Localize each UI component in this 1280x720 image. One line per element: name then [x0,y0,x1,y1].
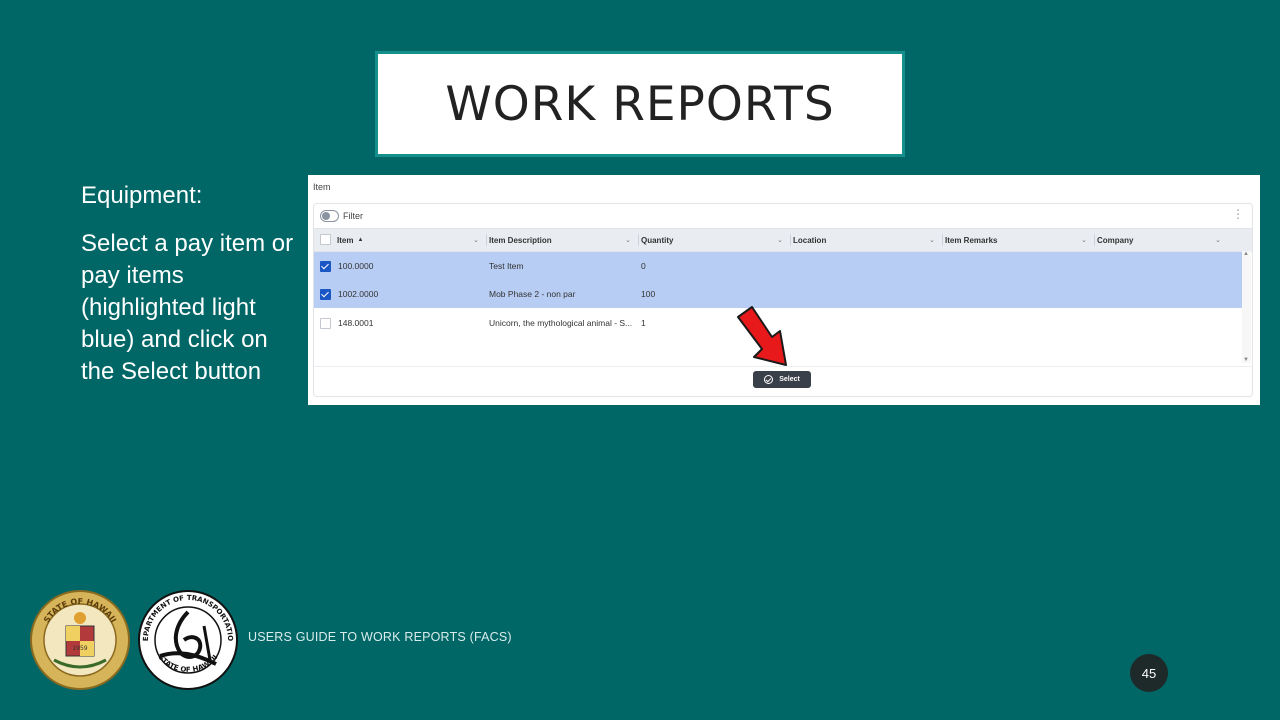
chevron-down-icon[interactable]: ⌄ [625,236,631,244]
column-header-item[interactable]: Item ▲ ⌄ [337,229,485,251]
cell-item: 1002.0000 [338,289,379,299]
select-button[interactable]: Select [753,371,811,388]
select-all-checkbox[interactable] [320,234,331,245]
cell-quantity: 1 [641,318,646,328]
grid-header: Item ▲ ⌄ Item Description ⌄ Quantity ⌄ L… [314,228,1252,252]
instructions: Equipment: Select a pay item or pay item… [81,180,306,388]
dot-logo: DEPARTMENT OF TRANSPORTATION STATE OF HA… [138,590,238,690]
column-header-location[interactable]: Location ⌄ [793,229,941,251]
vertical-scrollbar[interactable]: ▲ ▼ [1242,251,1251,363]
row-checkbox[interactable] [320,318,331,329]
chevron-down-icon[interactable]: ⌄ [473,236,479,244]
instructions-heading: Equipment: [81,182,203,209]
column-header-item-description[interactable]: Item Description ⌄ [489,229,637,251]
cell-description: Unicorn, the mythological animal - S... [489,318,633,328]
column-header-remarks-label: Item Remarks [945,235,998,245]
cell-quantity: 100 [641,289,656,299]
pointer-arrow-icon [737,306,787,366]
cell-quantity: 0 [641,261,646,271]
toggle-icon[interactable] [320,210,339,222]
seal-year: 1959 [72,645,87,652]
scroll-up-icon[interactable]: ▲ [1243,251,1249,257]
sort-ascending-icon: ▲ [357,237,364,243]
cell-item: 100.0000 [338,261,374,271]
select-button-label: Select [779,376,800,383]
panel-title: Item [313,182,331,192]
column-header-quantity[interactable]: Quantity ⌄ [641,229,789,251]
cell-description: Test Item [489,261,524,271]
kebab-menu-icon[interactable]: ⋮ [1232,208,1244,220]
footer-guide-text: USERS GUIDE TO WORK REPORTS (FACS) [248,630,512,644]
column-header-description-label: Item Description [489,235,552,245]
chevron-down-icon[interactable]: ⌄ [1081,236,1087,244]
column-header-company-label: Company [1097,235,1134,245]
filter-label: Filter [343,211,363,221]
chevron-down-icon[interactable]: ⌄ [777,236,783,244]
page-number: 45 [1130,654,1168,692]
chevron-down-icon[interactable]: ⌄ [929,236,935,244]
row-checkbox[interactable] [320,289,331,300]
cell-description: Mob Phase 2 - non par [489,289,576,299]
column-header-item-remarks[interactable]: Item Remarks ⌄ [945,229,1093,251]
scroll-down-icon[interactable]: ▼ [1243,357,1249,363]
cell-item: 148.0001 [338,318,374,328]
chevron-down-icon[interactable]: ⌄ [1215,236,1221,244]
table-row[interactable]: 100.0000 Test Item 0 [314,252,1242,280]
column-header-quantity-label: Quantity [641,235,674,245]
column-header-item-label: Item [337,235,354,245]
slide-title-box: WORK REPORTS [375,51,905,157]
check-circle-icon [764,375,774,384]
filter-toggle[interactable]: Filter [320,209,363,223]
slide-title: WORK REPORTS [445,76,835,132]
column-header-company[interactable]: Company ⌄ [1097,229,1227,251]
column-header-location-label: Location [793,235,827,245]
state-seal-logo: 1959 STATE OF HAWAII [30,590,130,690]
row-checkbox[interactable] [320,261,331,272]
instructions-body: Select a pay item or pay items (highligh… [81,230,294,385]
